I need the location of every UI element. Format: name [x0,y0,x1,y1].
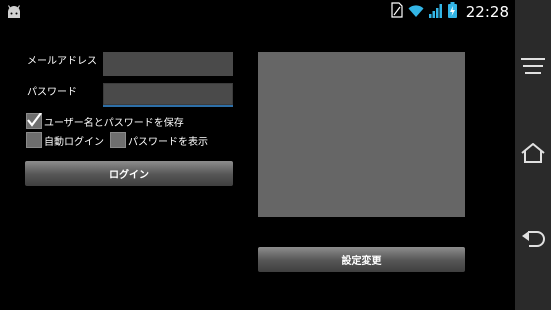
signal-icon [428,3,443,22]
android-icon [6,4,22,23]
settings-change-button[interactable]: 設定変更 [258,247,465,272]
email-label: メールアドレス [27,56,97,67]
check-icon [26,111,42,130]
home-button[interactable] [519,142,547,167]
auto-login-option: 自動ログイン [26,132,104,148]
password-field[interactable] [103,83,233,107]
show-password-label: パスワードを表示 [128,136,208,148]
save-credentials-checkbox[interactable] [26,111,42,130]
wifi-icon [408,3,424,22]
show-password-checkbox[interactable] [110,132,126,148]
back-icon [520,230,546,252]
auto-login-checkbox[interactable] [26,132,42,148]
back-button[interactable] [519,229,547,253]
home-icon [520,142,546,167]
battery-icon [447,2,457,22]
preview-panel [258,52,465,217]
navigation-bar [515,0,551,310]
menu-icon [521,58,545,78]
status-bar: 22:28 [0,0,515,24]
email-field[interactable] [103,52,233,76]
save-credentials-label: ユーザー名とパスワードを保存 [44,117,184,129]
login-button[interactable]: ログイン [25,161,233,186]
menu-button[interactable] [519,56,547,80]
sim-icon [391,2,403,22]
show-password-option: パスワードを表示 [110,132,208,148]
auto-login-label: 自動ログイン [44,136,104,148]
status-clock: 22:28 [465,3,509,21]
status-icons: 22:28 [391,2,509,22]
password-label: パスワード [27,87,77,98]
save-credentials-option: ユーザー名とパスワードを保存 [26,111,184,130]
